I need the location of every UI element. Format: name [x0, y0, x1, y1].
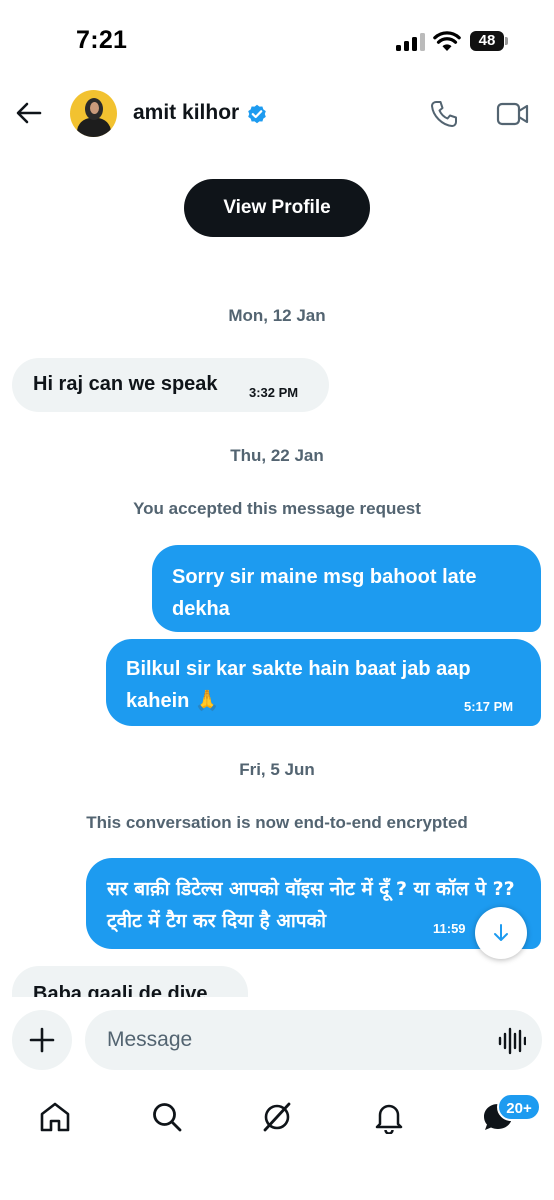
bell-icon — [375, 1104, 403, 1135]
add-attachment-button[interactable] — [12, 1010, 72, 1070]
battery-icon: 48 — [470, 31, 508, 51]
nav-grok[interactable] — [260, 1100, 294, 1134]
message-time: 5:17 PM — [464, 699, 514, 714]
message-time: 3:32 PM — [249, 385, 299, 400]
nav-search[interactable] — [150, 1100, 184, 1134]
phone-call-button[interactable] — [429, 99, 459, 129]
message-input[interactable] — [85, 1010, 542, 1070]
message-time: 11:59 — [433, 921, 466, 936]
view-profile-button[interactable]: View Profile — [184, 179, 370, 237]
video-call-button[interactable] — [496, 100, 530, 128]
conversation-header: amit kilhor — [0, 80, 554, 150]
date-separator: Fri, 5 Jun — [239, 760, 315, 779]
message-bubble-outgoing[interactable]: Sorry sir maine msg bahoot late dekha — [152, 545, 541, 632]
messages-badge: 20+ — [497, 1093, 541, 1121]
message-bubble-incoming[interactable]: Hi raj can we speak 3:32 PM — [12, 358, 329, 412]
battery-percent: 48 — [478, 32, 496, 49]
cellular-signal-icon — [396, 33, 426, 51]
message-composer — [0, 997, 554, 1080]
arrow-down-icon — [494, 924, 508, 941]
wifi-icon — [433, 30, 461, 52]
system-message-accepted: You accepted this message request — [133, 499, 421, 518]
phone-icon — [431, 101, 457, 127]
status-bar: 7:21 48 — [0, 0, 554, 80]
nav-home[interactable] — [38, 1100, 72, 1134]
message-bubble-outgoing[interactable]: सर बाक़ी डिटेल्स आपको वॉइस नोट में दूँ ?… — [86, 858, 541, 949]
avatar[interactable] — [70, 90, 117, 137]
home-icon — [40, 1102, 70, 1132]
message-bubble-outgoing[interactable]: Bilkul sir kar sakte hain baat jab aap k… — [106, 639, 541, 726]
message-text: Hi raj can we speak — [33, 373, 218, 395]
date-separator: Mon, 12 Jan — [228, 306, 326, 325]
bottom-navigation — [0, 1082, 554, 1200]
voice-waveform-icon — [498, 1027, 527, 1055]
scroll-to-bottom-button[interactable] — [475, 907, 527, 959]
system-message-encrypted: This conversation is now end-to-end encr… — [86, 813, 468, 832]
video-camera-icon — [496, 102, 529, 126]
arrow-left-icon — [16, 102, 42, 124]
verified-badge-icon — [247, 104, 267, 124]
date-separator: Thu, 22 Jan — [230, 446, 324, 465]
nav-notifications[interactable] — [372, 1100, 406, 1135]
plus-icon — [29, 1027, 55, 1053]
contact-name[interactable]: amit kilhor — [133, 101, 239, 125]
status-time: 7:21 — [76, 26, 128, 54]
grok-icon — [263, 1102, 291, 1132]
back-button[interactable] — [14, 98, 44, 128]
voice-message-button[interactable] — [498, 1027, 527, 1055]
search-icon — [153, 1103, 182, 1132]
message-text: सर बाक़ी डिटेल्स आपको वॉइस नोट में दूँ ?… — [107, 878, 515, 932]
message-text: Sorry sir maine msg bahoot late dekha — [172, 566, 477, 620]
